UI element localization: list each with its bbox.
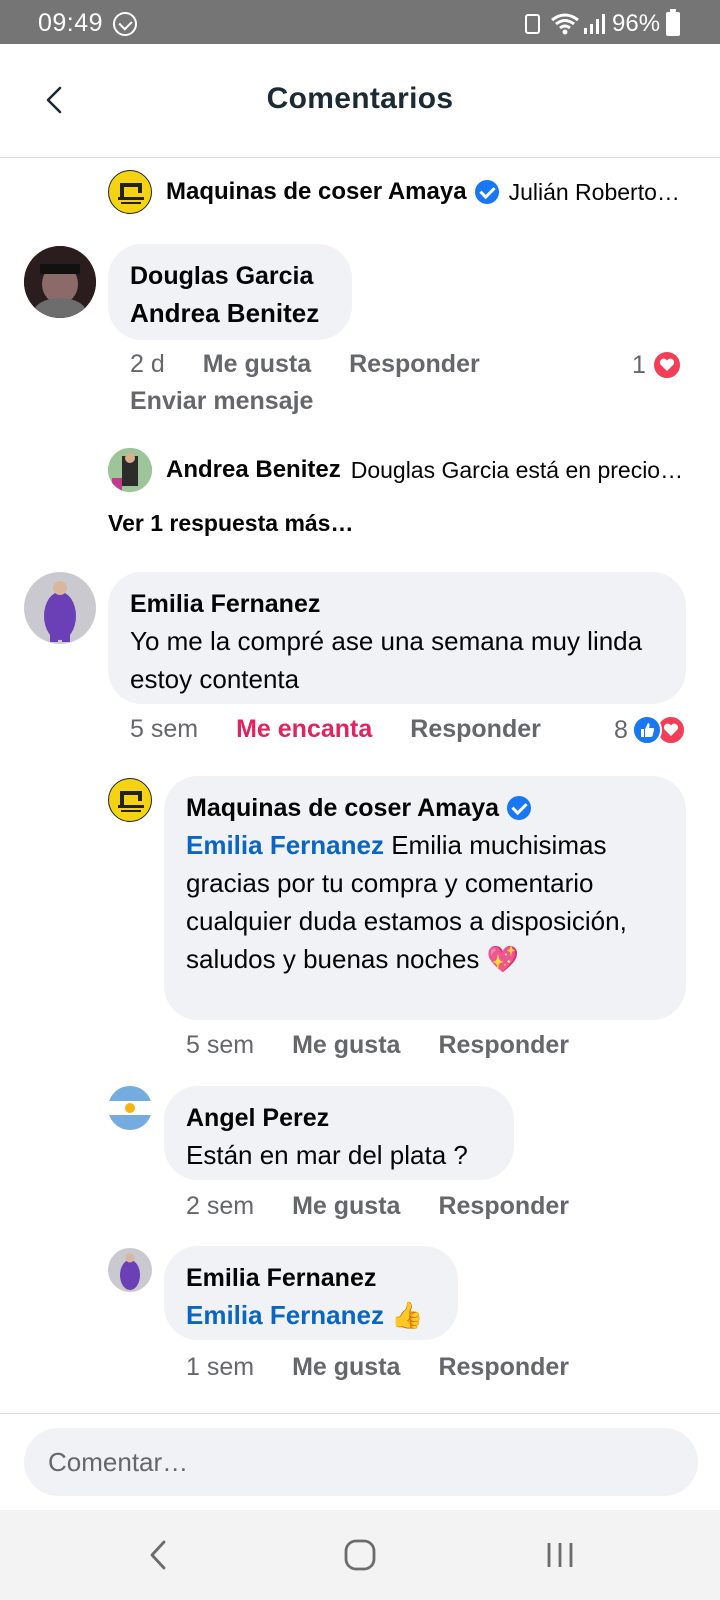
system-nav-bar [0, 1510, 720, 1600]
page-title: Comentarios [266, 82, 454, 115]
comment-author[interactable]: Maquinas de coser Amaya [166, 178, 467, 206]
comment-input[interactable] [24, 1428, 698, 1496]
avatar[interactable] [108, 170, 152, 214]
reaction-count: 8 [614, 715, 628, 744]
user-photo-icon [108, 448, 152, 492]
mention-link[interactable]: Emilia Fernanez [186, 830, 384, 860]
app-header: Comentarios [0, 44, 720, 158]
send-message-button[interactable]: Enviar mensaje [130, 387, 313, 416]
comment-snippet: Julián Roberto… [508, 178, 680, 205]
reaction-summary[interactable]: 8 [614, 715, 686, 745]
user-photo-icon [24, 572, 96, 644]
comment-author[interactable]: Andrea Benitez [166, 456, 341, 484]
battery-saver-icon [525, 14, 540, 34]
battery-percent: 96% [612, 10, 661, 37]
wifi-icon [551, 13, 579, 35]
sparkling-heart-emoji: 💖 [486, 944, 520, 974]
comment-bubble: Angel Perez Están en mar del plata ? [164, 1086, 514, 1180]
comment-time: 2 d [130, 350, 165, 378]
comment-author[interactable]: Maquinas de coser Amaya [186, 790, 499, 826]
verified-badge-icon [507, 796, 532, 820]
status-time: 09:49 [38, 9, 104, 37]
comment-time: 5 sem [130, 715, 199, 743]
like-reaction-icon [631, 715, 662, 745]
comment-author[interactable]: Douglas Garcia [130, 258, 330, 294]
reaction-summary[interactable]: 1 [632, 350, 682, 380]
avatar[interactable] [108, 1086, 152, 1130]
avatar[interactable] [108, 1248, 152, 1292]
sewing-machine-icon [118, 183, 144, 204]
comment-author[interactable]: Emilia Fernanez [186, 1260, 436, 1296]
comment-time: 2 sem [186, 1192, 255, 1220]
like-button[interactable]: Me gusta [292, 1192, 400, 1221]
collapsed-reply-row[interactable]: Maquinas de coser Amaya Julián Roberto… [108, 170, 708, 214]
comment-actions: 5 sem Me gusta Responder [186, 1031, 569, 1060]
comment-text-block: Emilia Fernanez Emilia muchisimas gracia… [186, 826, 664, 978]
comment-actions: 2 d Me gusta Responder [130, 350, 480, 379]
love-reaction-icon [651, 350, 682, 380]
view-more-replies-link[interactable]: Ver 1 respuesta más… [108, 510, 353, 537]
comment-author[interactable]: Angel Perez [186, 1100, 492, 1136]
comment-time: 1 sem [186, 1353, 255, 1381]
comment-actions: 1 sem Me gusta Responder [186, 1353, 569, 1382]
comment-bubble: Douglas Garcia Andrea Benitez [108, 244, 352, 340]
avatar[interactable] [24, 572, 96, 644]
mention-link[interactable]: Emilia Fernanez [186, 1300, 384, 1330]
user-photo-icon [108, 1248, 152, 1292]
reply-button[interactable]: Responder [438, 1031, 569, 1060]
reply-button[interactable]: Responder [438, 1192, 569, 1221]
whatsapp-icon [113, 12, 137, 36]
comment-bubble: Emilia Fernanez Yo me la compré ase una … [108, 572, 686, 704]
nav-home-icon[interactable] [335, 1530, 385, 1580]
love-button[interactable]: Me encanta [236, 715, 372, 744]
collapsed-reply-row[interactable]: Andrea Benitez Douglas Garcia está en pr… [108, 448, 708, 492]
verified-badge-icon [474, 180, 499, 204]
comment-actions: 5 sem Me encanta Responder [130, 715, 541, 744]
comment-text: Están en mar del plata ? [186, 1140, 468, 1170]
reply-button[interactable]: Responder [410, 715, 541, 744]
comment-author[interactable]: Emilia Fernanez [130, 586, 664, 622]
reply-button[interactable]: Responder [438, 1353, 569, 1382]
avatar[interactable] [108, 448, 152, 492]
battery-icon [666, 9, 680, 36]
comment-composer [0, 1413, 720, 1510]
reaction-count: 1 [632, 350, 646, 379]
thumbs-up-emoji: 👍 [391, 1300, 424, 1330]
comment-actions: 2 sem Me gusta Responder [186, 1192, 569, 1221]
comments-list[interactable]: Maquinas de coser Amaya Julián Roberto… … [0, 158, 720, 1413]
comment-snippet: Douglas Garcia está en precio… [350, 456, 684, 483]
mention-link[interactable]: Andrea Benitez [130, 294, 330, 332]
comment-text-block: Emilia Fernanez 👍 [186, 1296, 436, 1334]
comment-bubble: Emilia Fernanez Emilia Fernanez 👍 [164, 1246, 458, 1340]
comment-author-row: Maquinas de coser Amaya [186, 790, 664, 826]
user-photo-icon [24, 246, 96, 318]
status-bar: 09:49 96% [0, 0, 720, 44]
comment-actions-row2: Enviar mensaje [130, 387, 313, 416]
like-button[interactable]: Me gusta [203, 350, 311, 379]
avatar[interactable] [24, 246, 96, 318]
like-button[interactable]: Me gusta [292, 1031, 400, 1060]
user-photo-icon [108, 1086, 152, 1130]
comment-time: 5 sem [186, 1031, 255, 1059]
signal-icon [584, 14, 605, 34]
like-button[interactable]: Me gusta [292, 1353, 400, 1382]
avatar[interactable] [108, 778, 152, 822]
nav-back-icon[interactable] [135, 1530, 185, 1580]
nav-recents-icon[interactable] [535, 1530, 585, 1580]
comment-bubble: Maquinas de coser Amaya Emilia Fernanez … [164, 776, 686, 1020]
sewing-machine-icon [118, 791, 144, 812]
comment-text: Yo me la compré ase una semana muy linda… [130, 626, 643, 694]
reply-button[interactable]: Responder [349, 350, 480, 379]
